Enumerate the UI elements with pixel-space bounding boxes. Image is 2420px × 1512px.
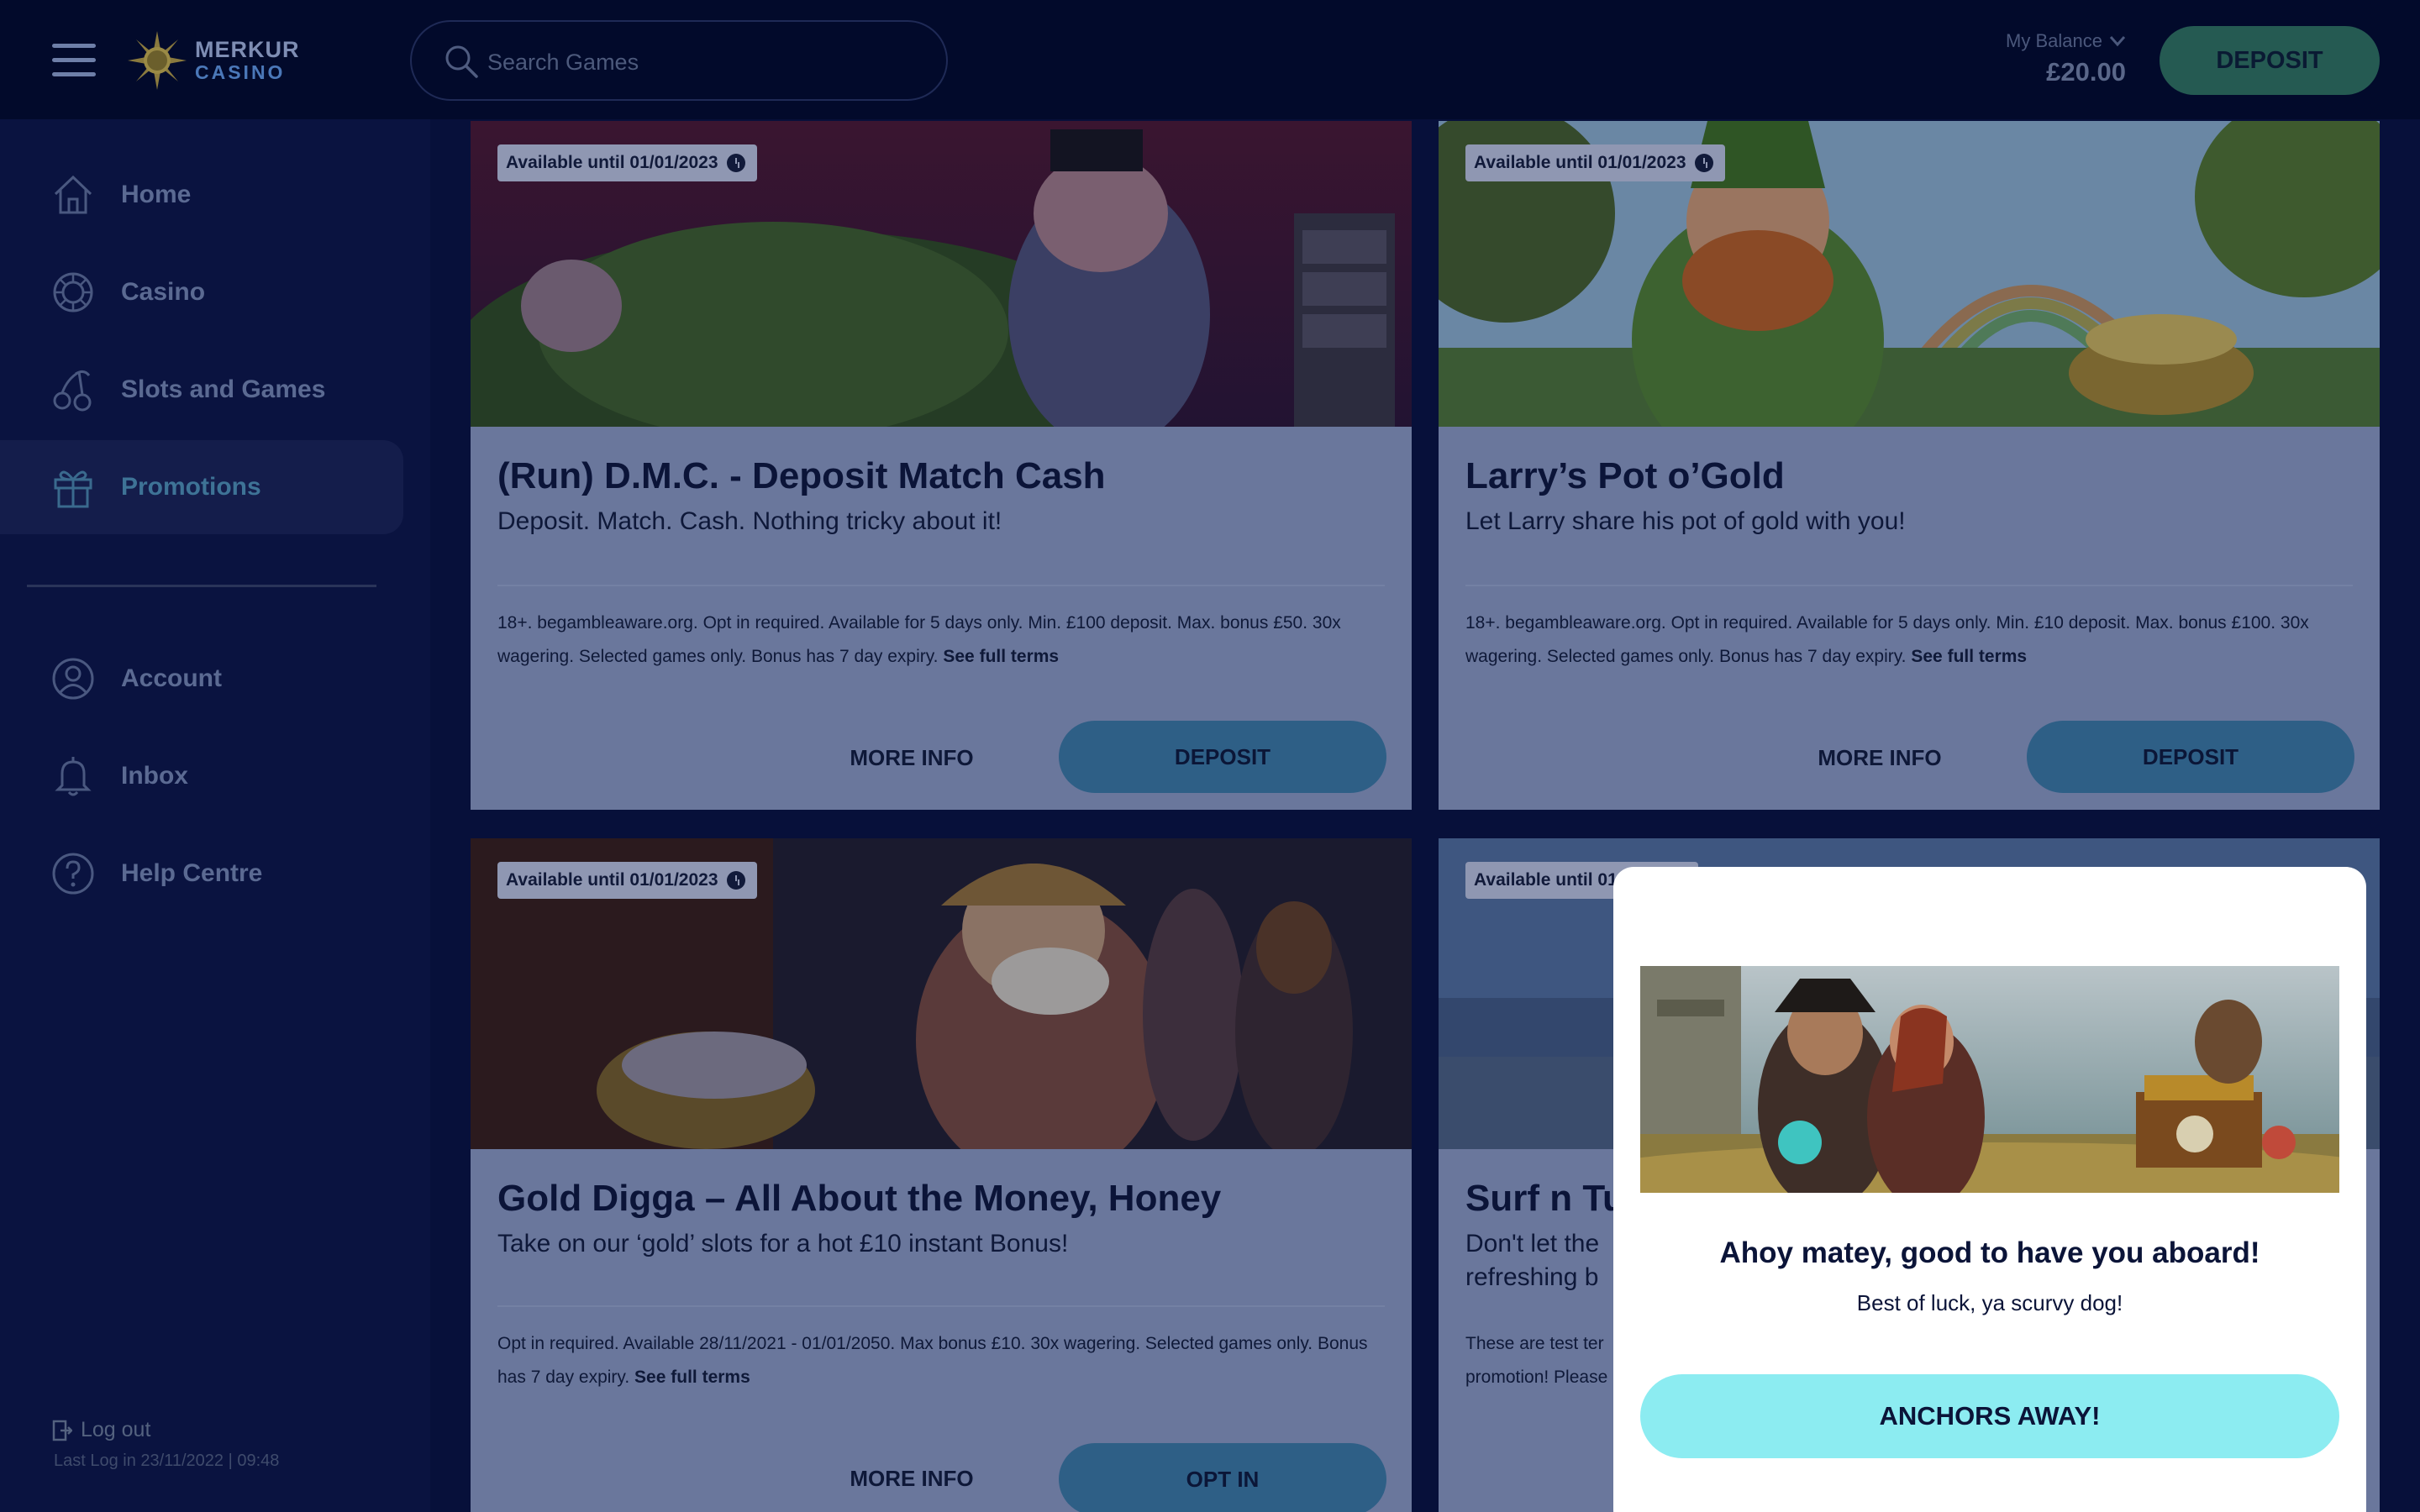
deposit-button[interactable]: DEPOSIT bbox=[2027, 721, 2354, 793]
sidebar-item-label: Slots and Games bbox=[121, 375, 326, 403]
cherries-icon bbox=[53, 370, 92, 412]
see-full-terms-link[interactable]: See full terms bbox=[634, 1368, 750, 1387]
promo-terms: 18+. begambleaware.org. Opt in required.… bbox=[497, 613, 1341, 666]
balance-label: My Balance bbox=[2006, 30, 2102, 51]
sidebar-item-label: Casino bbox=[121, 278, 206, 306]
availability-badge: Available until 01/01/2023 bbox=[1465, 144, 1725, 181]
card-divider bbox=[497, 585, 1385, 586]
promo-title: Gold Digga – All About the Money, Honey bbox=[497, 1178, 1222, 1219]
promo-title: (Run) D.M.C. - Deposit Match Cash bbox=[497, 455, 1106, 496]
badge-text: Available until 01/01/2023 bbox=[506, 153, 718, 172]
sidebar-item-casino[interactable]: Casino bbox=[0, 245, 403, 339]
promo-terms: Opt in required. Available 28/11/2021 - … bbox=[497, 1334, 1368, 1387]
sidebar-item-slots-and-games[interactable]: Slots and Games bbox=[0, 343, 403, 437]
merkur-casino-logo[interactable]: MERKUR CASINO bbox=[128, 30, 300, 91]
sidebar: Home Casino Slots and Games Promotions A… bbox=[0, 119, 430, 1512]
welcome-modal: Ahoy matey, good to have you aboard! Bes… bbox=[1613, 867, 2366, 1512]
anchors-away-button[interactable]: ANCHORS AWAY! bbox=[1640, 1374, 2339, 1458]
availability-badge: Available until 01/01/2023 bbox=[497, 144, 757, 181]
modal-subtitle: Best of luck, ya scurvy dog! bbox=[1856, 1290, 2123, 1315]
help-icon bbox=[52, 853, 94, 895]
chevron-down-icon bbox=[2109, 36, 2126, 47]
promo-card: Available until 01/01/2023 (Run) D.M.C. … bbox=[471, 121, 1412, 810]
balance-amount: £20.00 bbox=[2046, 57, 2126, 87]
logo-line1: MERKUR bbox=[195, 37, 300, 62]
sun-logo-icon bbox=[128, 31, 187, 90]
top-bar: MERKUR CASINO My Balance £20.00 DEPOSIT bbox=[0, 0, 2420, 119]
app-root: MERKUR CASINO My Balance £20.00 DEPOSIT … bbox=[0, 0, 2420, 1512]
sidebar-item-inbox[interactable]: Inbox bbox=[0, 729, 403, 823]
promo-subtitle: Take on our ‘gold’ slots for a hot £10 i… bbox=[497, 1230, 1069, 1257]
logout-label: Log out bbox=[81, 1418, 151, 1441]
deposit-button[interactable]: DEPOSIT bbox=[1059, 721, 1386, 793]
availability-badge: Available until 01/01/2023 bbox=[497, 862, 757, 899]
promo-card: Available until 01/01/2023 Gold Digga – … bbox=[471, 838, 1412, 1512]
sidebar-item-label: Home bbox=[121, 181, 192, 208]
card-divider bbox=[497, 1305, 1385, 1307]
card-divider bbox=[1465, 585, 2353, 586]
balance-dropdown[interactable]: My Balance £20.00 bbox=[2006, 30, 2126, 87]
sidebar-item-home[interactable]: Home bbox=[0, 148, 403, 242]
last-login-text: Last Log in 23/11/2022 | 09:48 bbox=[54, 1452, 280, 1470]
promo-title: Surf n Tu bbox=[1465, 1178, 1625, 1219]
sidebar-item-promotions[interactable]: Promotions bbox=[0, 440, 403, 534]
sidebar-item-label: Promotions bbox=[121, 473, 261, 501]
search-box[interactable] bbox=[410, 20, 948, 101]
sidebar-item-label: Inbox bbox=[121, 762, 188, 790]
promo-card: Available until 01/01/2023 Larry’s Pot o… bbox=[1439, 121, 2380, 810]
sidebar-divider bbox=[27, 585, 376, 587]
logout-link[interactable]: Log out bbox=[52, 1418, 150, 1442]
more-info-button[interactable]: MORE INFO bbox=[1749, 722, 2010, 793]
promo-subtitle: Let Larry share his pot of gold with you… bbox=[1465, 507, 1906, 535]
see-full-terms-link[interactable]: See full terms bbox=[943, 647, 1059, 666]
search-input[interactable] bbox=[487, 39, 908, 86]
promo-terms: 18+. begambleaware.org. Opt in required.… bbox=[1465, 613, 2309, 666]
modal-title: Ahoy matey, good to have you aboard! bbox=[1719, 1236, 2260, 1269]
menu-icon[interactable] bbox=[52, 44, 96, 76]
gift-icon bbox=[54, 470, 92, 508]
badge-text: Available until 01/01/2023 bbox=[1474, 153, 1686, 172]
clock-icon bbox=[726, 871, 745, 890]
badge-text: Available until 01/01/2023 bbox=[506, 870, 718, 890]
logout-icon bbox=[52, 1420, 72, 1441]
see-full-terms-link[interactable]: See full terms bbox=[1911, 647, 2027, 666]
sidebar-item-label: Help Centre bbox=[121, 859, 263, 887]
modal-image-pirates bbox=[1640, 966, 2339, 1193]
deposit-button[interactable]: DEPOSIT bbox=[2160, 26, 2380, 95]
user-icon bbox=[52, 658, 94, 700]
promo-subtitle: Deposit. Match. Cash. Nothing tricky abo… bbox=[497, 507, 1002, 535]
clock-icon bbox=[726, 154, 745, 172]
search-icon bbox=[445, 45, 478, 78]
promo-subtitle-line2: refreshing b bbox=[1465, 1263, 1599, 1291]
sidebar-item-label: Account bbox=[121, 664, 222, 692]
opt-in-button[interactable]: OPT IN bbox=[1059, 1443, 1386, 1512]
home-icon bbox=[54, 175, 92, 214]
roulette-icon bbox=[53, 272, 93, 312]
sidebar-item-help-centre[interactable]: Help Centre bbox=[0, 827, 403, 921]
more-info-button[interactable]: MORE INFO bbox=[781, 722, 1042, 793]
more-info-button[interactable]: MORE INFO bbox=[781, 1443, 1042, 1512]
bell-icon bbox=[55, 757, 92, 796]
clock-icon bbox=[1694, 154, 1713, 172]
promo-subtitle-line1: Don't let the bbox=[1465, 1230, 1600, 1257]
sidebar-item-account[interactable]: Account bbox=[0, 632, 403, 726]
logo-line2: CASINO bbox=[195, 61, 286, 83]
promo-title: Larry’s Pot o’Gold bbox=[1465, 455, 1785, 496]
